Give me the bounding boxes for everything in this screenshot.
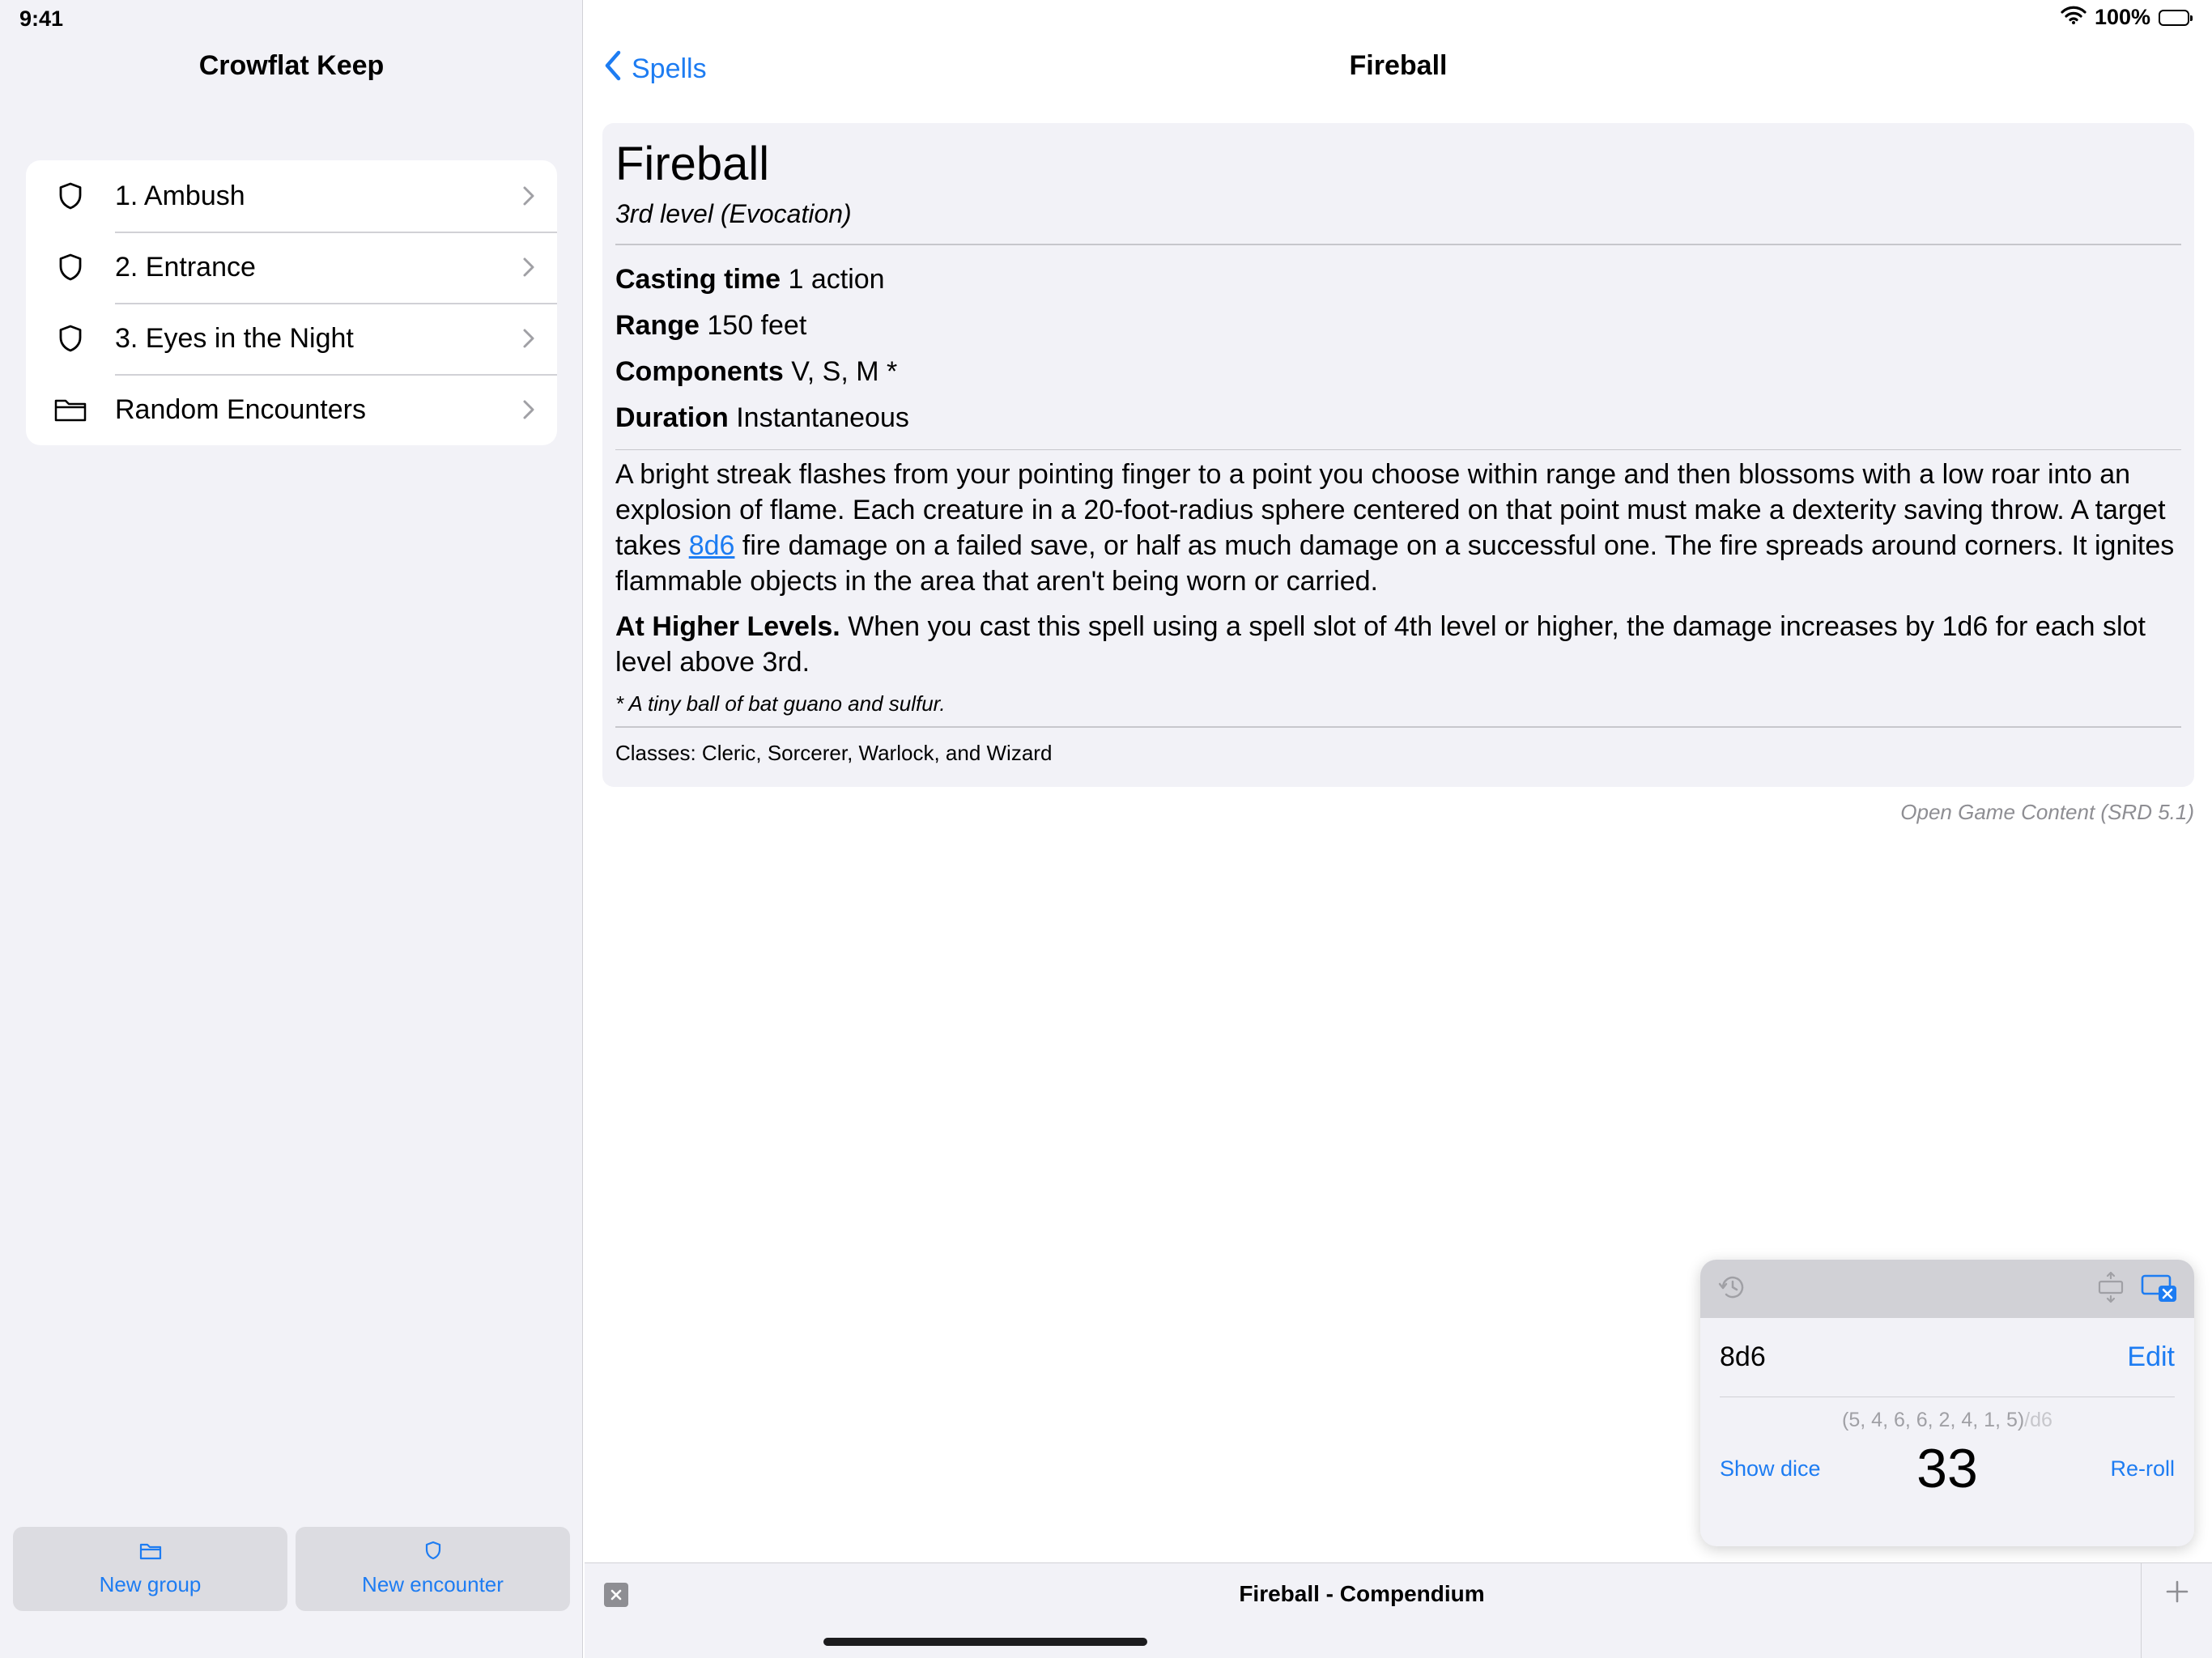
close-panel-icon[interactable] xyxy=(2141,1271,2178,1307)
spell-level: 3rd level (Evocation) xyxy=(615,199,852,228)
duration-row: Duration Instantaneous xyxy=(615,395,2181,441)
tab-title[interactable]: Fireball - Compendium xyxy=(585,1581,2139,1607)
edit-expression-button[interactable]: Edit xyxy=(2127,1341,2175,1373)
status-time: 9:41 xyxy=(19,6,64,31)
sidebar-bottom-buttons: New group New encounter xyxy=(13,1527,570,1611)
list-item-eyes-in-the-night[interactable]: 3. Eyes in the Night xyxy=(26,303,557,374)
components-label: Components xyxy=(615,355,784,387)
dice-rolls-suffix: /d6 xyxy=(2024,1409,2052,1431)
spell-name: Fireball xyxy=(615,138,770,190)
chevron-right-icon xyxy=(500,257,557,278)
material-footnote: * A tiny ball of bat guano and sulfur. xyxy=(615,691,946,716)
sidebar: 9:41 Crowflat Keep 1. Ambush 2. Entrance xyxy=(0,0,583,1658)
chevron-right-icon xyxy=(500,328,557,349)
back-button-label: Spells xyxy=(632,53,707,84)
reroll-button[interactable]: Re-roll xyxy=(2053,1456,2175,1482)
new-group-label: New group xyxy=(99,1572,202,1596)
sidebar-title: Crowflat Keep xyxy=(198,50,385,81)
folder-icon xyxy=(26,397,115,422)
dice-roller-panel: 8d6 Edit (5, 4, 6, 6, 2, 4, 1, 5)/d6 Sho… xyxy=(1700,1260,2194,1546)
list-item-label: 2. Entrance xyxy=(115,251,256,283)
new-encounter-button[interactable]: New encounter xyxy=(296,1527,570,1611)
new-group-button[interactable]: New group xyxy=(13,1527,287,1611)
battery-icon xyxy=(2159,9,2193,26)
detail-pane: 100% Spells Fireball Fireball 3rd level … xyxy=(585,0,2212,1658)
wifi-icon xyxy=(2061,5,2087,30)
dice-link-8d6[interactable]: 8d6 xyxy=(689,530,735,561)
source-attribution: Open Game Content (SRD 5.1) xyxy=(1900,800,2194,824)
status-indicators: 100% xyxy=(2061,5,2193,30)
add-tab-button[interactable] xyxy=(2141,1563,2212,1658)
dice-total: 33 xyxy=(1916,1438,1978,1499)
resize-icon[interactable] xyxy=(2097,1271,2125,1307)
page-title: Fireball xyxy=(1349,50,1448,81)
battery-percent: 100% xyxy=(2094,5,2150,29)
new-encounter-label: New encounter xyxy=(362,1572,504,1596)
list-item-ambush[interactable]: 1. Ambush xyxy=(26,160,557,232)
shield-icon xyxy=(26,325,115,352)
dice-result-row: Show dice 33 Re-roll xyxy=(1720,1432,2175,1505)
dice-rolls-values: (5, 4, 6, 6, 2, 4, 1, 5) xyxy=(1842,1409,2025,1431)
casting-time-label: Casting time xyxy=(615,263,781,295)
folder-icon xyxy=(139,1541,162,1566)
higher-levels-label: At Higher Levels. xyxy=(615,611,840,642)
duration-label: Duration xyxy=(615,402,729,433)
components-value: V, S, M * xyxy=(791,355,898,387)
list-item-label: 1. Ambush xyxy=(115,180,245,211)
higher-levels-text: When you cast this spell using a spell s… xyxy=(615,611,2146,678)
divider xyxy=(615,244,2181,245)
back-button[interactable]: Spells xyxy=(604,50,707,88)
chevron-right-icon xyxy=(500,185,557,206)
spell-card: Fireball 3rd level (Evocation) Casting t… xyxy=(602,123,2194,787)
list-item-entrance[interactable]: 2. Entrance xyxy=(26,232,557,303)
list-item-label: 3. Eyes in the Night xyxy=(115,322,354,354)
dice-expression: 8d6 xyxy=(1720,1341,1766,1372)
dice-individual-rolls: (5, 4, 6, 6, 2, 4, 1, 5)/d6 xyxy=(1700,1409,2194,1432)
spell-description: A bright streak flashes from your pointi… xyxy=(615,457,2181,599)
shield-icon xyxy=(425,1541,441,1566)
history-icon[interactable] xyxy=(1716,1271,1749,1307)
dice-expression-row: 8d6 Edit xyxy=(1720,1318,2175,1397)
list-item-random-encounters[interactable]: Random Encounters xyxy=(26,374,557,445)
ipad-screen: 9:41 Crowflat Keep 1. Ambush 2. Entrance xyxy=(0,0,2212,1658)
divider xyxy=(615,449,2181,450)
home-indicator[interactable] xyxy=(823,1638,1147,1646)
higher-levels: At Higher Levels. When you cast this spe… xyxy=(615,609,2181,680)
show-dice-button[interactable]: Show dice xyxy=(1720,1456,1841,1482)
divider xyxy=(615,726,2181,728)
chevron-left-icon xyxy=(604,50,622,88)
dice-roller-toolbar xyxy=(1700,1260,2194,1318)
range-label: Range xyxy=(615,309,700,341)
chevron-right-icon xyxy=(500,399,557,420)
shield-icon xyxy=(26,182,115,210)
casting-time-value: 1 action xyxy=(788,263,885,295)
plus-icon xyxy=(2166,1580,2188,1603)
description-text: fire damage on a failed save, or half as… xyxy=(615,530,2175,597)
shield-icon xyxy=(26,253,115,281)
encounter-list: 1. Ambush 2. Entrance 3. Eyes in the Nig xyxy=(26,160,557,445)
casting-time-row: Casting time 1 action xyxy=(615,257,2181,303)
nav-title-bar: Fireball xyxy=(585,50,2212,82)
range-value: 150 feet xyxy=(707,309,807,341)
spell-classes: Classes: Cleric, Sorcerer, Warlock, and … xyxy=(615,740,1053,765)
duration-value: Instantaneous xyxy=(736,402,909,433)
components-row: Components V, S, M * xyxy=(615,349,2181,395)
list-item-label: Random Encounters xyxy=(115,393,366,425)
range-row: Range 150 feet xyxy=(615,303,2181,349)
